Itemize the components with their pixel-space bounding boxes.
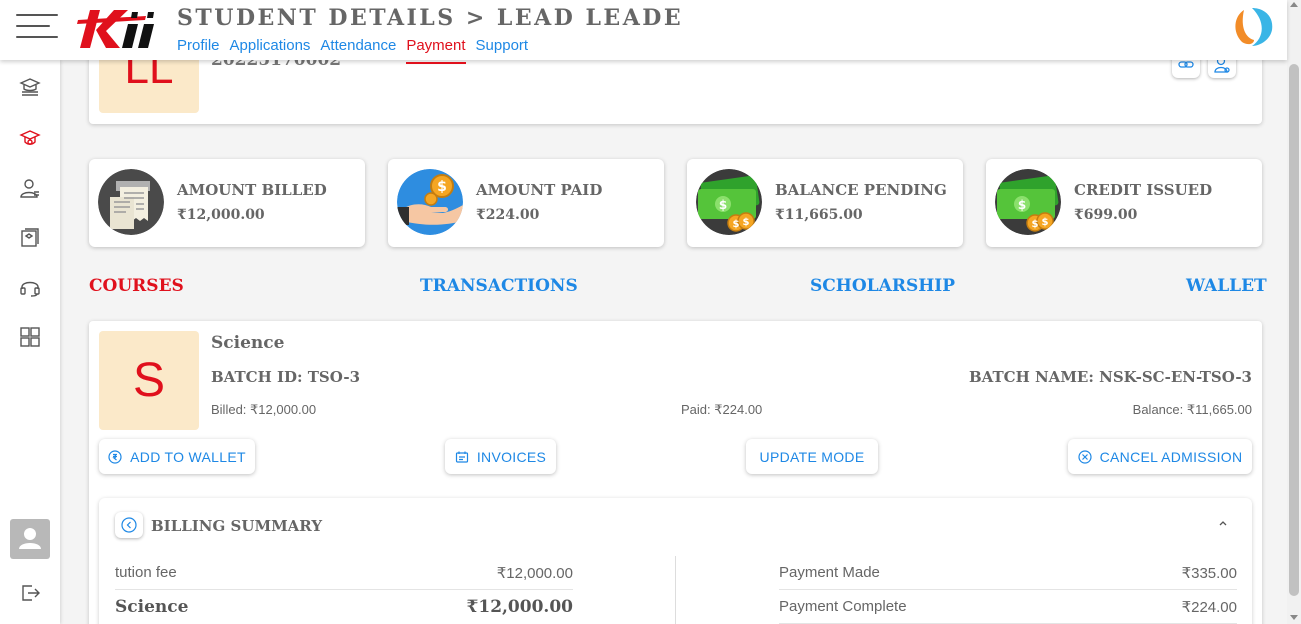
update-mode-button[interactable]: UPDATE MODE [746, 439, 878, 474]
tab-transactions[interactable]: TRANSACTIONS [420, 276, 578, 296]
svg-text:$: $ [743, 217, 750, 228]
svg-text:$: $ [437, 179, 447, 195]
stat-label: CREDIT ISSUED [1074, 181, 1213, 199]
svg-text:$: $ [1018, 198, 1026, 212]
tab-support[interactable]: Support [476, 36, 529, 64]
billing-row: Science ₹12,000.00 [115, 590, 573, 624]
svg-text:$: $ [1032, 219, 1039, 230]
kii-logo [77, 10, 154, 48]
tab-profile[interactable]: Profile [177, 36, 220, 64]
cancel-admission-button[interactable]: CANCEL ADMISSION [1068, 439, 1252, 474]
user-id-icon[interactable] [19, 177, 41, 199]
add-to-wallet-label: ADD TO WALLET [130, 448, 246, 465]
dashboard-grid-icon[interactable] [19, 326, 41, 348]
stat-value: ₹224.00 [476, 207, 540, 223]
stat-card-credit-issued: $ $ $ CREDIT ISSUED ₹699.00 [986, 159, 1262, 247]
billed-amount: Billed: ₹12,000.00 [211, 402, 317, 417]
stat-label: AMOUNT PAID [476, 181, 603, 199]
stat-value: ₹11,665.00 [775, 207, 863, 223]
billing-right-list: Payment Made ₹335.00 Payment Complete ₹2… [779, 556, 1237, 624]
invoices-button[interactable]: INVOICES [445, 439, 556, 474]
stat-value: ₹699.00 [1074, 207, 1138, 223]
balance-amount: Balance: ₹11,665.00 [1132, 402, 1252, 417]
course-card: S Science BATCH ID: TSO-3 BATCH NAME: NS… [89, 321, 1262, 624]
billing-row: Payment Made ₹335.00 [779, 556, 1237, 590]
tab-applications[interactable]: Applications [230, 36, 311, 64]
logout-icon[interactable] [19, 582, 41, 604]
billing-row-label: tution fee [115, 564, 177, 581]
scrollbar-thumb[interactable] [1289, 64, 1299, 596]
chevron-left-circle-icon [121, 517, 137, 533]
page-scrollbar[interactable] [1287, 0, 1301, 624]
scroll-up-arrow-icon[interactable] [1290, 2, 1298, 7]
graduation-stack-icon[interactable] [19, 76, 41, 98]
batch-id: BATCH ID: TSO-3 [211, 368, 361, 386]
cash-coins-icon: $ $ $ [995, 169, 1061, 235]
billing-left-list: tution fee ₹12,000.00 Science ₹12,000.00 [115, 556, 573, 624]
invoices-label: INVOICES [476, 448, 547, 465]
coin-hand-icon: $ [397, 169, 463, 235]
cancel-circle-icon [1078, 449, 1092, 464]
stat-card-balance-pending: $ $ $ BALANCE PENDING ₹11,665.00 [687, 159, 963, 247]
billing-row-label: Science [115, 597, 189, 617]
header-tabs: Profile Applications Attendance Payment … [177, 36, 538, 64]
receipt-icon [98, 169, 164, 235]
tab-courses[interactable]: COURSES [89, 276, 184, 296]
add-to-wallet-button[interactable]: ADD TO WALLET [99, 439, 255, 474]
billing-row-label: Payment Made [779, 564, 880, 581]
tab-payment[interactable]: Payment [406, 36, 466, 64]
stat-card-amount-billed: AMOUNT BILLED ₹12,000.00 [89, 159, 365, 247]
page-title: STUDENT DETAILS > LEAD LEADE [177, 5, 684, 31]
paid-amount: Paid: ₹224.00 [681, 402, 763, 417]
batch-name: BATCH NAME: NSK-SC-EN-TSO-3 [968, 368, 1252, 386]
update-mode-label: UPDATE MODE [759, 448, 865, 465]
billing-summary-panel: BILLING SUMMARY tution fee ₹12,000.00 Sc… [99, 498, 1252, 624]
svg-text:$: $ [719, 198, 727, 212]
billing-row-value: ₹224.00 [1181, 598, 1237, 616]
courses-book-icon[interactable] [19, 226, 41, 248]
svg-text:$: $ [1042, 217, 1049, 228]
billing-row-value: ₹12,000.00 [466, 597, 573, 617]
billing-back-button[interactable] [115, 512, 143, 538]
billing-row-label: Payment Complete [779, 598, 907, 615]
sidebar [0, 60, 60, 624]
stat-card-amount-paid: $ AMOUNT PAID ₹224.00 [388, 159, 664, 247]
billing-divider [675, 556, 676, 624]
billing-row-value: ₹335.00 [1181, 564, 1237, 582]
billing-row-value: ₹12,000.00 [496, 564, 573, 582]
app-header: STUDENT DETAILS > LEAD LEADE Profile App… [0, 0, 1287, 64]
stat-label: BALANCE PENDING [775, 181, 947, 199]
cancel-admission-label: CANCEL ADMISSION [1099, 448, 1243, 465]
billing-row: tution fee ₹12,000.00 [115, 556, 573, 590]
tab-wallet[interactable]: WALLET [1186, 276, 1267, 296]
tab-scholarship[interactable]: SCHOLARSHIP [810, 276, 955, 296]
course-avatar: S [99, 331, 199, 430]
billing-summary-title: BILLING SUMMARY [151, 517, 323, 535]
stat-value: ₹12,000.00 [177, 207, 265, 223]
cash-coins-icon: $ $ $ [696, 169, 762, 235]
stat-label: AMOUNT BILLED [177, 181, 327, 199]
tab-attendance[interactable]: Attendance [320, 36, 396, 64]
hamburger-menu-icon[interactable] [16, 14, 58, 38]
graduation-cap-icon[interactable] [19, 127, 41, 149]
scroll-down-arrow-icon[interactable] [1290, 615, 1298, 620]
billing-row: Payment Complete ₹224.00 [779, 590, 1237, 624]
course-name: Science [211, 333, 285, 353]
user-avatar-icon[interactable] [10, 519, 50, 559]
brand-mark-icon [1235, 8, 1273, 46]
rupee-circle-icon [108, 449, 122, 464]
invoice-icon [455, 451, 468, 463]
svg-text:$: $ [733, 219, 740, 230]
chevron-up-icon[interactable] [1218, 518, 1228, 528]
headset-icon[interactable] [19, 276, 41, 298]
